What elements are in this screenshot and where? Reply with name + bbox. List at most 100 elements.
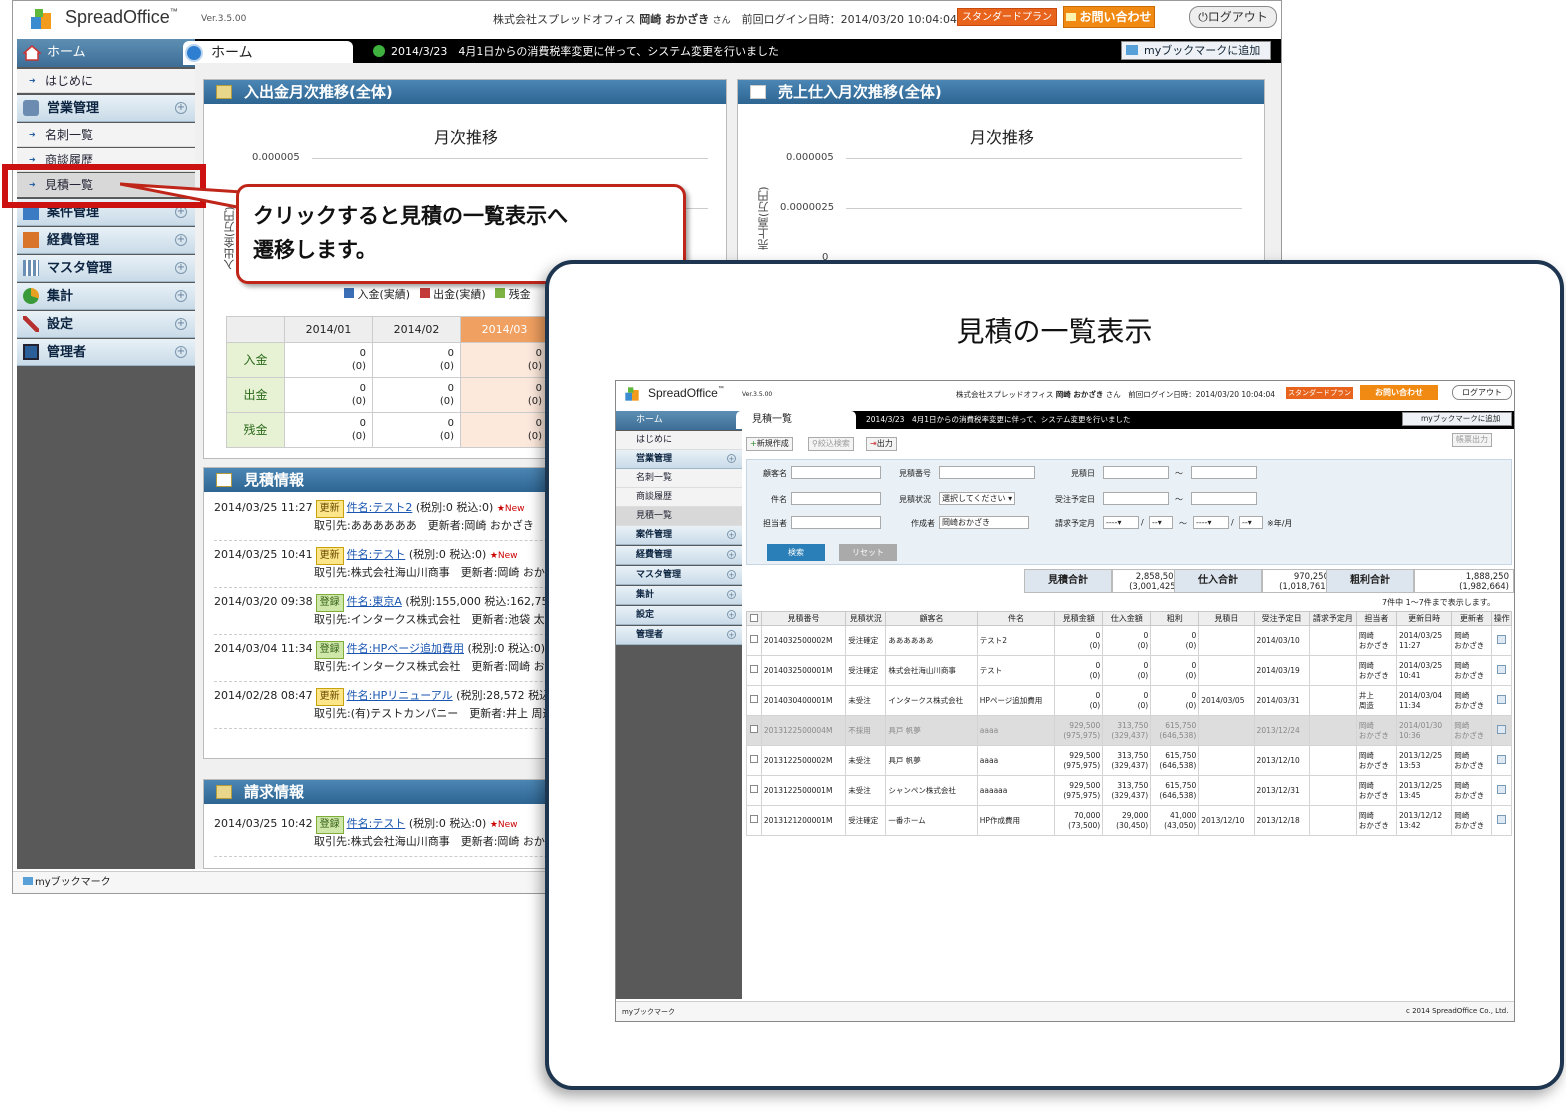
expand-icon[interactable]: + [175,290,187,302]
sidebar-section-master[interactable]: マスタ管理 + [616,566,742,585]
sidebar-section-eigyo[interactable]: 営業管理 + [616,450,742,469]
item-link[interactable]: 件名:HPリニューアル [347,689,453,702]
expand-icon[interactable]: + [727,454,736,463]
order-date-from[interactable] [1103,492,1169,505]
expand-icon[interactable]: + [727,610,736,619]
column-header[interactable]: 見積日 [1198,611,1255,626]
billing-year-to[interactable]: ----▾ [1193,516,1229,529]
sidebar-section-shukei[interactable]: 集計 + [17,283,195,310]
row-checkbox[interactable] [746,745,762,776]
item-link[interactable]: 件名:東京A [347,595,402,608]
view-icon[interactable] [1497,784,1507,794]
contact-button[interactable]: お問い合わせ [1360,385,1438,400]
tab-home[interactable]: ホーム [183,41,353,65]
table-row[interactable]: 2013122500004M 不採用 具戸 帆夢 aaaa 929,500 (975,97… [746,715,1512,746]
sidebar-section-shukei[interactable]: 集計 + [616,586,742,605]
row-checkbox[interactable] [746,685,762,716]
sidebar-item-meishi[interactable]: 名刺一覧 [616,469,742,488]
table-row[interactable]: 2014032500002M 受注確定 ああああああ テスト2 0 (0) 0 (0) 0 (0)… [746,625,1512,656]
bookmark-bar[interactable]: myブックマーク [622,1007,675,1017]
view-icon[interactable] [1497,754,1507,764]
column-header[interactable]: 仕入金額 [1102,611,1152,626]
quote-no-input[interactable] [939,466,1035,479]
row-actions[interactable] [1491,745,1512,776]
new-button[interactable]: +新規作成 [746,437,793,451]
view-icon[interactable] [1497,664,1507,674]
expand-icon[interactable]: + [175,234,187,246]
tab-toggle-icon[interactable] [185,44,203,62]
row-checkbox[interactable] [746,805,762,836]
select-all-checkbox[interactable] [746,611,762,626]
sidebar-section-kanri[interactable]: 管理者 + [17,339,195,366]
client-input[interactable] [791,466,881,479]
bookmark-add-button[interactable]: myブックマークに追加 [1402,412,1512,426]
row-actions[interactable] [1491,775,1512,806]
item-link[interactable]: 件名:テスト [347,817,406,830]
view-icon[interactable] [1497,724,1507,734]
expand-icon[interactable]: + [727,570,736,579]
billing-year-from[interactable]: ----▾ [1103,516,1139,529]
billing-month-to[interactable]: --▾ [1239,516,1263,529]
sidebar-item-shodan[interactable]: 商談履歴 [616,488,742,507]
row-checkbox[interactable] [746,775,762,806]
bookmark-add-button[interactable]: myブックマークに追加 [1121,41,1271,60]
form-output-button[interactable]: 帳票出力 [1452,433,1492,447]
expand-icon[interactable]: + [175,346,187,358]
column-header[interactable]: 受注予定日 [1253,611,1310,626]
row-checkbox[interactable] [746,625,762,656]
sidebar-section-kanri[interactable]: 管理者 + [616,626,742,645]
view-icon[interactable] [1497,814,1507,824]
table-row[interactable]: 2013122500001M 未受注 シャンペン株式会社 aaaaaa 929,500(… [746,775,1512,806]
view-icon[interactable] [1497,634,1507,644]
sidebar-section-keihi[interactable]: 経費管理 + [616,546,742,565]
expand-icon[interactable]: + [727,630,736,639]
sidebar-item-hajimeni[interactable]: はじめに [616,431,742,450]
item-link[interactable]: 件名:テスト [347,548,406,561]
contact-button[interactable]: お問い合わせ [1063,6,1155,28]
sidebar-item-hajimeni[interactable]: はじめに [17,69,195,93]
sidebar-section-settei[interactable]: 設定 + [616,606,742,625]
column-header[interactable]: 更新日時 [1395,611,1453,626]
column-header[interactable]: 件名 [976,611,1056,626]
subject-input[interactable] [791,492,881,505]
table-row[interactable]: 2014030400001M 未受注 インタークス株式会社 HPページ追加費用 0 (0)… [746,685,1512,716]
row-actions[interactable] [1491,715,1512,746]
creator-input[interactable]: 岡崎おかざき [939,516,1029,529]
person-input[interactable] [791,516,881,529]
column-header[interactable]: 更新者 [1451,611,1493,626]
sidebar-home[interactable]: ホーム [17,39,195,67]
output-button[interactable]: ⇥出力 [866,437,897,451]
sidebar-item-meishi[interactable]: 名刺一覧 [17,123,195,147]
column-header[interactable]: 担当者 [1355,611,1397,626]
table-row[interactable]: 2013122500002M 未受注 具戸 帆夢 aaaa 929,500 (975,97… [746,745,1512,776]
item-link[interactable]: 件名:テスト2 [347,501,413,514]
column-header[interactable]: 操作 [1491,611,1512,626]
tab-quote-list[interactable]: 見積一覧 [736,411,856,429]
sidebar-section-anken[interactable]: 案件管理 + [616,526,742,545]
reset-button[interactable]: リセット [839,544,897,561]
search-button[interactable]: 検索 [767,544,825,561]
expand-icon[interactable]: + [175,102,187,114]
quote-date-from[interactable] [1103,466,1169,479]
sidebar-home[interactable]: ホーム [616,411,742,430]
quote-date-to[interactable] [1191,466,1257,479]
expand-icon[interactable]: + [727,590,736,599]
row-checkbox[interactable] [746,715,762,746]
row-actions[interactable] [1491,625,1512,656]
row-actions[interactable] [1491,655,1512,686]
filter-button[interactable]: ⚲絞込検索 [808,437,854,451]
column-header[interactable]: 見積状況 [845,611,887,626]
order-date-to[interactable] [1191,492,1257,505]
table-row[interactable]: 2013121200001M 受注確定 一番ホーム HP作成費用 70,000 (73,5… [746,805,1512,836]
table-row[interactable]: 2014032500001M 受注確定 株式会社海山川商事 テスト 0 (0) 0 (0) 0(… [746,655,1512,686]
sidebar-section-settei[interactable]: 設定 + [17,311,195,338]
row-actions[interactable] [1491,685,1512,716]
sidebar-section-keihi[interactable]: 経費管理 + [17,227,195,254]
status-select[interactable]: 選択してください ▾ [939,492,1015,505]
sidebar-section-master[interactable]: マスタ管理 + [17,255,195,282]
logout-button[interactable]: ログアウト [1452,385,1512,400]
sidebar-section-eigyo[interactable]: 営業管理 + [17,95,195,122]
column-header[interactable]: 粗利 [1150,611,1200,626]
view-icon[interactable] [1497,694,1507,704]
expand-icon[interactable]: + [727,530,736,539]
